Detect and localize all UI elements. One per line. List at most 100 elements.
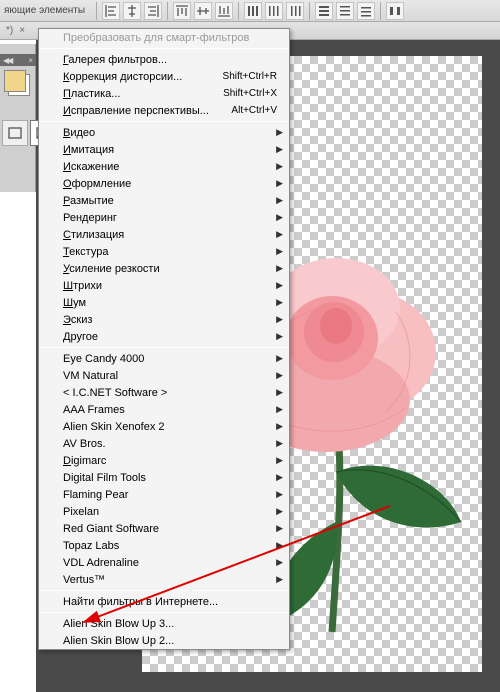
align-center-h-icon[interactable] bbox=[123, 2, 141, 20]
menu-item-label: Исправление перспективы... bbox=[63, 105, 231, 117]
menu-item[interactable]: AAA Frames▶ bbox=[39, 401, 289, 418]
menu-item[interactable]: Исправление перспективы...Alt+Ctrl+V bbox=[39, 102, 289, 119]
menu-item-label: Искажение bbox=[63, 161, 281, 173]
menu-separator bbox=[40, 347, 288, 348]
submenu-arrow-icon: ▶ bbox=[276, 144, 283, 155]
menu-item[interactable]: Галерея фильтров... bbox=[39, 51, 289, 68]
menu-item[interactable]: Оформление▶ bbox=[39, 175, 289, 192]
submenu-arrow-icon: ▶ bbox=[276, 297, 283, 308]
submenu-arrow-icon: ▶ bbox=[276, 212, 283, 223]
menu-item[interactable]: Digimarc▶ bbox=[39, 452, 289, 469]
align-bottom-icon[interactable] bbox=[215, 2, 233, 20]
align-left-icon[interactable] bbox=[102, 2, 120, 20]
submenu-arrow-icon: ▶ bbox=[276, 178, 283, 189]
submenu-arrow-icon: ▶ bbox=[276, 314, 283, 325]
menu-item[interactable]: Пластика...Shift+Ctrl+X bbox=[39, 85, 289, 102]
menu-separator bbox=[40, 612, 288, 613]
menu-item[interactable]: Штрихи▶ bbox=[39, 277, 289, 294]
menu-item[interactable]: Alien Skin Blow Up 3... bbox=[39, 615, 289, 632]
menu-item[interactable]: VDL Adrenaline▶ bbox=[39, 554, 289, 571]
menu-item-label: Размытие bbox=[63, 195, 281, 207]
menu-item[interactable]: Рендеринг▶ bbox=[39, 209, 289, 226]
menu-item[interactable]: Другое▶ bbox=[39, 328, 289, 345]
menu-item[interactable]: VM Natural▶ bbox=[39, 367, 289, 384]
submenu-arrow-icon: ▶ bbox=[276, 540, 283, 551]
submenu-arrow-icon: ▶ bbox=[276, 370, 283, 381]
menu-item[interactable]: Red Giant Software▶ bbox=[39, 520, 289, 537]
menu-item-label: Усиление резкости bbox=[63, 263, 281, 275]
submenu-arrow-icon: ▶ bbox=[276, 161, 283, 172]
align-top-icon[interactable] bbox=[173, 2, 191, 20]
menu-item-label: Видео bbox=[63, 127, 281, 139]
submenu-arrow-icon: ▶ bbox=[276, 523, 283, 534]
document-tab-marker[interactable]: *) bbox=[6, 25, 13, 36]
menu-item[interactable]: Digital Film Tools▶ bbox=[39, 469, 289, 486]
menu-item[interactable]: Коррекция дисторсии...Shift+Ctrl+R bbox=[39, 68, 289, 85]
menu-item-label: Topaz Labs bbox=[63, 540, 281, 552]
menu-item[interactable]: Vertus™▶ bbox=[39, 571, 289, 588]
panel-header[interactable]: ◀◀ × bbox=[0, 54, 36, 66]
menu-item-label: Alien Skin Blow Up 2... bbox=[63, 635, 281, 647]
submenu-arrow-icon: ▶ bbox=[276, 421, 283, 432]
menu-item-label: Шум bbox=[63, 297, 281, 309]
rectangle-tool-icon[interactable] bbox=[2, 120, 28, 146]
menu-item[interactable]: Topaz Labs▶ bbox=[39, 537, 289, 554]
menu-item[interactable]: Текстура▶ bbox=[39, 243, 289, 260]
side-panel bbox=[0, 44, 36, 192]
alignment-toolbar: яющие элементы bbox=[0, 0, 500, 22]
menu-item-label: VM Natural bbox=[63, 370, 281, 382]
align-middle-v-icon[interactable] bbox=[194, 2, 212, 20]
submenu-arrow-icon: ▶ bbox=[276, 404, 283, 415]
menu-item[interactable]: Alien Skin Xenofex 2▶ bbox=[39, 418, 289, 435]
distribute-center-v-icon[interactable] bbox=[336, 2, 354, 20]
foreground-swatch[interactable] bbox=[4, 70, 26, 92]
menu-item-label: Рендеринг bbox=[63, 212, 281, 224]
menu-item-label: Red Giant Software bbox=[63, 523, 281, 535]
menu-separator bbox=[40, 121, 288, 122]
menu-item-label: Другое bbox=[63, 331, 281, 343]
menu-item-shortcut: Alt+Ctrl+V bbox=[231, 105, 281, 116]
menu-item-label: Alien Skin Xenofex 2 bbox=[63, 421, 281, 433]
menu-item[interactable]: Искажение▶ bbox=[39, 158, 289, 175]
align-right-icon[interactable] bbox=[144, 2, 162, 20]
menu-item-label: Коррекция дисторсии... bbox=[63, 71, 223, 83]
distribute-center-h-icon[interactable] bbox=[265, 2, 283, 20]
distribute-spacing-icon[interactable] bbox=[386, 2, 404, 20]
menu-item[interactable]: Pixelan▶ bbox=[39, 503, 289, 520]
menu-item-label: AV Bros. bbox=[63, 438, 281, 450]
menu-item-label: Digital Film Tools bbox=[63, 472, 281, 484]
distribute-top-icon[interactable] bbox=[315, 2, 333, 20]
menu-item[interactable]: Alien Skin Blow Up 2... bbox=[39, 632, 289, 649]
menu-item-shortcut: Shift+Ctrl+X bbox=[223, 88, 281, 99]
menu-item[interactable]: Шум▶ bbox=[39, 294, 289, 311]
menu-item-shortcut: Shift+Ctrl+R bbox=[223, 71, 281, 82]
distribute-right-icon[interactable] bbox=[286, 2, 304, 20]
menu-separator bbox=[40, 48, 288, 49]
close-tab-icon[interactable]: × bbox=[19, 25, 25, 36]
menu-item-label: Эскиз bbox=[63, 314, 281, 326]
menu-item[interactable]: Видео▶ bbox=[39, 124, 289, 141]
menu-item[interactable]: Имитация▶ bbox=[39, 141, 289, 158]
menu-item[interactable]: Усиление резкости▶ bbox=[39, 260, 289, 277]
menu-item-label: Имитация bbox=[63, 144, 281, 156]
submenu-arrow-icon: ▶ bbox=[276, 455, 283, 466]
menu-item[interactable]: < I.C.NET Software >▶ bbox=[39, 384, 289, 401]
submenu-arrow-icon: ▶ bbox=[276, 438, 283, 449]
toolbar-label: яющие элементы bbox=[4, 5, 85, 16]
collapse-arrows-icon: ◀◀ bbox=[3, 56, 11, 65]
menu-item[interactable]: AV Bros.▶ bbox=[39, 435, 289, 452]
submenu-arrow-icon: ▶ bbox=[276, 557, 283, 568]
distribute-bottom-icon[interactable] bbox=[357, 2, 375, 20]
panel-close-icon[interactable]: × bbox=[28, 56, 33, 65]
separator bbox=[238, 2, 239, 20]
menu-item[interactable]: Eye Candy 4000▶ bbox=[39, 350, 289, 367]
filter-menu: Преобразовать для смарт-фильтров Галерея … bbox=[38, 28, 290, 650]
distribute-left-icon[interactable] bbox=[244, 2, 262, 20]
menu-item[interactable]: Найти фильтры в Интернете... bbox=[39, 593, 289, 610]
menu-item[interactable]: Стилизация▶ bbox=[39, 226, 289, 243]
menu-item[interactable]: Размытие▶ bbox=[39, 192, 289, 209]
menu-item: Преобразовать для смарт-фильтров bbox=[39, 29, 289, 46]
menu-item[interactable]: Flaming Pear▶ bbox=[39, 486, 289, 503]
menu-item[interactable]: Эскиз▶ bbox=[39, 311, 289, 328]
menu-separator bbox=[40, 590, 288, 591]
